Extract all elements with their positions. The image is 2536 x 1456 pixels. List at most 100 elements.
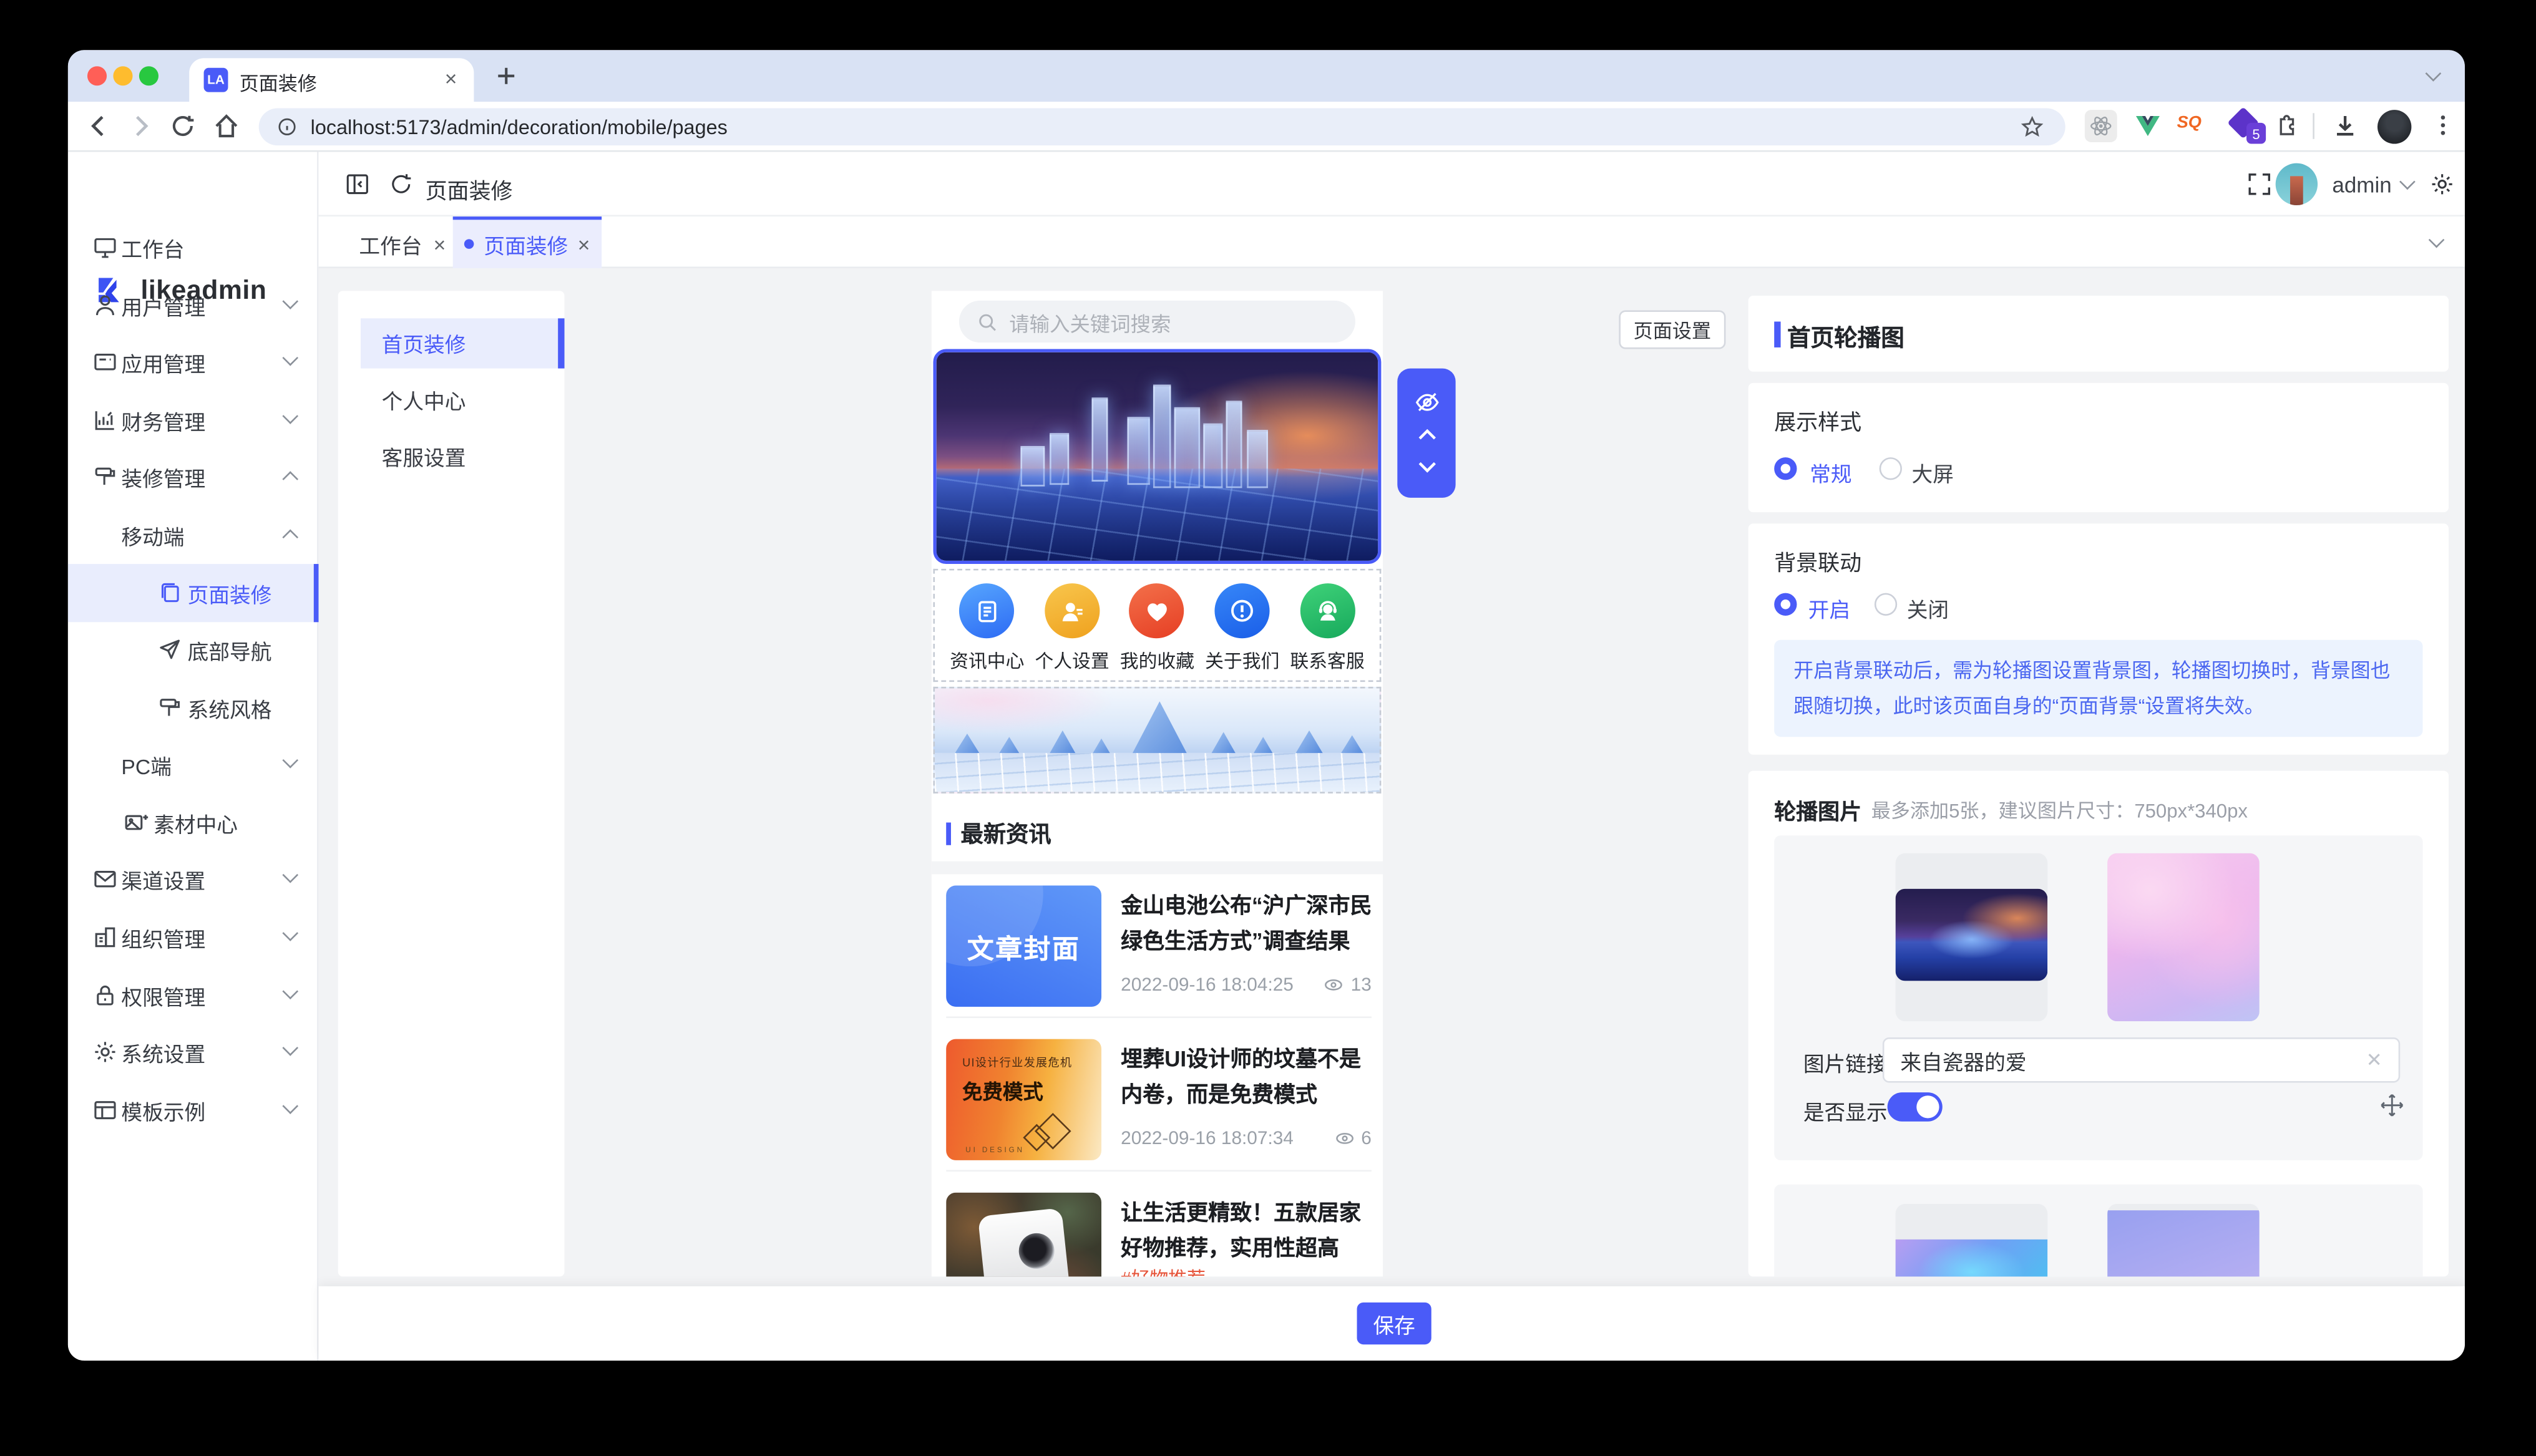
drag-move-icon[interactable] — [2379, 1092, 2405, 1118]
sidebar-item-users[interactable]: 用户管理 — [68, 276, 319, 334]
sidebar-item-mobile[interactable]: 移动端 — [68, 506, 319, 564]
sidebar-item-apps[interactable]: 应用管理 — [68, 333, 319, 391]
user-name[interactable]: admin — [2332, 173, 2391, 197]
new-tab-icon[interactable] — [493, 63, 519, 89]
downloads-icon[interactable] — [2331, 112, 2360, 141]
refresh-page-icon[interactable] — [388, 172, 414, 197]
collapse-sidebar-icon[interactable] — [344, 172, 370, 197]
settings-gear-icon[interactable] — [2429, 172, 2455, 197]
radio-normal-label[interactable]: 常规 — [1810, 457, 1851, 488]
radio-bigscreen[interactable] — [1880, 457, 1902, 480]
news-circle — [960, 583, 1015, 638]
tab-workbench[interactable]: 工作台× — [359, 230, 446, 260]
radio-bigscreen-label[interactable]: 大屏 — [1912, 457, 1954, 488]
article-cover[interactable] — [946, 1193, 1101, 1277]
image-link-value: 来自瓷器的爱 — [1900, 1045, 2026, 1075]
page-item-home[interactable]: 首页装修 — [361, 318, 558, 368]
nav-item-contact-service[interactable]: 联系客服 — [1285, 583, 1370, 680]
tab-search-icon[interactable] — [2426, 66, 2442, 82]
carousel-thumb-slot[interactable] — [1896, 853, 2048, 1021]
article-title[interactable]: 金山电池公布“沪广深市民绿色生活方式”调查结果 — [1121, 889, 1375, 959]
carousel-label: 轮播图片 — [1774, 794, 1861, 826]
sq-extension-icon[interactable]: SQ — [2177, 113, 2202, 132]
user-menu-chevron-icon[interactable] — [2399, 174, 2416, 190]
carousel-banner-secondary[interactable] — [933, 687, 1381, 794]
avatar[interactable] — [2276, 163, 2318, 205]
active-indicator — [558, 318, 564, 368]
nav-item-about[interactable]: 关于我们 — [1200, 583, 1284, 680]
radio-on[interactable] — [1774, 593, 1797, 616]
display-style-card: 展示样式 常规 大屏 — [1748, 383, 2449, 512]
browser-tab[interactable]: LA 页面装修 × — [189, 58, 474, 102]
tab-page-decoration[interactable]: 页面装修× — [453, 216, 602, 268]
page-item-service[interactable]: 客服设置 — [361, 432, 558, 482]
article-cover[interactable]: 文章封面 — [946, 886, 1101, 1007]
app-header: 页面装修 admin — [319, 152, 2465, 216]
react-devtools-icon[interactable] — [2085, 110, 2117, 142]
hide-widget-icon[interactable] — [1413, 388, 1440, 415]
sidebar-item-bottom-nav[interactable]: 底部导航 — [68, 621, 319, 679]
sidebar-item-system-style[interactable]: 系统风格 — [68, 679, 319, 737]
show-toggle[interactable] — [1888, 1092, 1943, 1122]
radio-normal[interactable] — [1774, 457, 1797, 480]
sidebar-item-material-center[interactable]: 素材中心 — [68, 794, 319, 852]
move-up-icon[interactable] — [1415, 422, 1439, 447]
sidebar-item-pc[interactable]: PC端 — [68, 735, 319, 794]
exclamation-icon — [1227, 596, 1257, 626]
sidebar-item-permissions[interactable]: 权限管理 — [68, 966, 319, 1024]
close-tab-icon[interactable]: × — [434, 235, 446, 256]
browser-toolbar: localhost:5173/admin/decoration/mobile/p… — [68, 102, 2465, 152]
sidebar-item-workbench[interactable]: 工作台 — [68, 218, 319, 276]
background-image-slot[interactable] — [2107, 1204, 2260, 1277]
sidebar-item-template-examples[interactable]: 模板示例 — [68, 1081, 319, 1139]
zoom-window-button[interactable] — [139, 66, 158, 85]
page-settings-button[interactable]: 页面设置 — [1619, 310, 1725, 349]
carousel-item-1: 图片链接 来自瓷器的爱 ✕ 是否显示 — [1774, 835, 2422, 1160]
browser-profile-avatar[interactable] — [2378, 110, 2411, 143]
forward-icon[interactable] — [126, 112, 155, 141]
radio-off[interactable] — [1875, 593, 1897, 616]
article-cover[interactable]: UI设计行业发展危机 免费模式 UI DESIGN — [946, 1039, 1101, 1160]
carousel-thumb-slot[interactable] — [1896, 1204, 2048, 1277]
address-bar[interactable]: localhost:5173/admin/decoration/mobile/p… — [259, 109, 2065, 146]
chart-icon — [92, 407, 118, 433]
widget-toolbar[interactable] — [1397, 369, 1455, 498]
save-button[interactable]: 保存 — [1357, 1303, 1431, 1344]
back-icon[interactable] — [84, 112, 114, 141]
nav-item-favorites[interactable]: 我的收藏 — [1115, 583, 1199, 680]
sidebar-item-organization[interactable]: 组织管理 — [68, 908, 319, 966]
image-link-input[interactable]: 来自瓷器的爱 ✕ — [1883, 1037, 2400, 1083]
close-tab-icon[interactable]: × — [445, 68, 457, 89]
radio-on-label[interactable]: 开启 — [1808, 593, 1850, 624]
sidebar-item-page-decoration[interactable]: 页面装修 — [68, 564, 319, 622]
nav-item-profile-settings[interactable]: 个人设置 — [1030, 583, 1114, 680]
phone-search-bar[interactable]: 请输入关键词搜索 — [959, 301, 1355, 342]
sidebar-item-decoration[interactable]: 装修管理 — [68, 448, 319, 506]
close-window-button[interactable] — [87, 66, 107, 85]
reload-icon[interactable] — [168, 112, 198, 141]
image-plus-icon — [123, 810, 149, 835]
sidebar-item-finance[interactable]: 财务管理 — [68, 391, 319, 449]
move-down-icon[interactable] — [1415, 454, 1439, 478]
extensions-puzzle-icon[interactable] — [2272, 112, 2299, 139]
sidebar-item-system-settings[interactable]: 系统设置 — [68, 1023, 319, 1081]
sidebar-item-channel[interactable]: 渠道设置 — [68, 850, 319, 908]
clear-input-icon[interactable]: ✕ — [2366, 1049, 2382, 1071]
close-tab-icon[interactable]: × — [578, 232, 590, 256]
fullscreen-icon[interactable] — [2246, 172, 2272, 197]
phone-nav-grid[interactable]: 资讯中心 个人设置 我的收藏 关于我们 联系客服 — [933, 569, 1381, 682]
bookmark-star-icon[interactable] — [2020, 115, 2044, 139]
radio-off-label[interactable]: 关闭 — [1907, 593, 1949, 624]
browser-menu-icon[interactable] — [2429, 112, 2457, 139]
page-item-profile[interactable]: 个人中心 — [361, 375, 558, 425]
background-image-slot[interactable] — [2107, 853, 2260, 1021]
article-title[interactable]: 埋葬UI设计师的坟墓不是内卷，而是免费模式 — [1121, 1042, 1375, 1112]
nav-item-news[interactable]: 资讯中心 — [945, 583, 1029, 680]
site-info-icon[interactable] — [276, 117, 298, 138]
tabbar-more-chevron-icon[interactable] — [2429, 232, 2445, 248]
vue-devtools-icon[interactable] — [2134, 112, 2163, 141]
minimize-window-button[interactable] — [113, 66, 132, 85]
home-icon[interactable] — [212, 112, 241, 141]
carousel-banner-selected[interactable] — [933, 349, 1381, 565]
article-title[interactable]: 让生活更精致！五款居家好物推荐，实用性超高 — [1121, 1196, 1375, 1266]
